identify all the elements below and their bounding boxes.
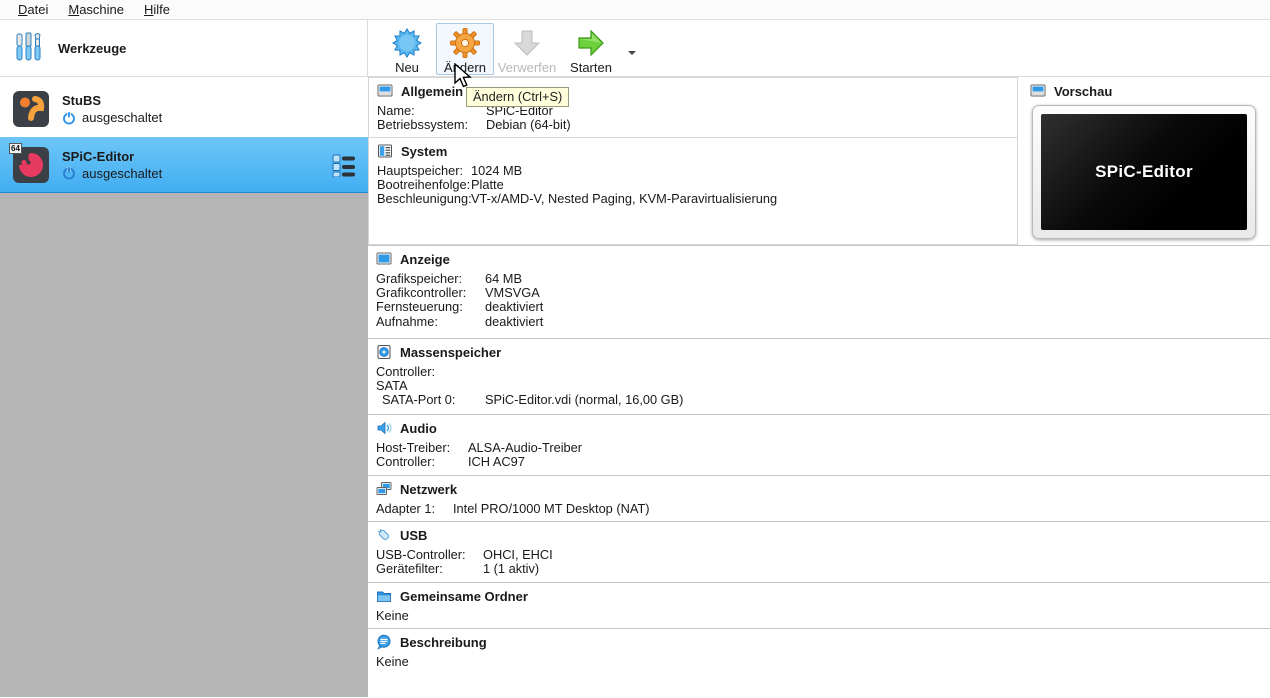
section-audio: Audio Host-Treiber:ALSA-Audio-Treiber Co… [368, 414, 1270, 475]
spic-editor-vm-icon: 64 [12, 146, 50, 184]
section-description: Beschreibung Keine [368, 628, 1270, 695]
section-shared-folders: Gemeinsame Ordner Keine [368, 582, 1270, 628]
detail-row: SATA [376, 379, 1270, 393]
detail-row: Grafikspeicher:64 MB [376, 272, 1270, 286]
settings-button[interactable]: Ändern [436, 23, 494, 75]
details-pane: Allgemein Name:SPiC-Editor Betriebssyste… [368, 77, 1270, 697]
shared-folders-icon [376, 588, 392, 604]
detail-row: Controller:ICH AC97 [376, 455, 1270, 469]
menu-datei[interactable]: Datei [8, 1, 58, 18]
power-icon [62, 111, 76, 125]
tools-label: Werkzeuge [58, 41, 126, 56]
tools-header[interactable]: Werkzeuge [0, 20, 368, 77]
vm-item-spic-editor[interactable]: 64 SPiC-Editor aus [0, 137, 368, 193]
detail-row: USB-Controller:OHCI, EHCI [376, 548, 1270, 562]
display-icon [376, 251, 392, 267]
new-vm-icon [391, 27, 423, 59]
detail-row: Keine [376, 655, 1270, 669]
detail-row: Beschleunigung:VT-x/AMD-V, Nested Paging… [377, 192, 1017, 206]
menubar: Datei Maschine Hilfe [0, 0, 1270, 20]
section-usb: USB USB-Controller:OHCI, EHCI Gerätefilt… [368, 521, 1270, 582]
audio-icon [376, 420, 392, 436]
stubs-vm-icon [12, 90, 50, 128]
section-title[interactable]: Allgemein [401, 84, 463, 99]
description-icon [376, 634, 392, 650]
vm-item-stubs[interactable]: StuBS ausgeschaltet [0, 81, 368, 137]
storage-icon [376, 344, 392, 360]
sidebar-empty-area [0, 193, 368, 697]
usb-icon [376, 527, 392, 543]
start-arrow-icon [575, 27, 607, 59]
preview-title: Vorschau [1054, 84, 1112, 99]
section-title[interactable]: Beschreibung [400, 635, 487, 650]
section-title[interactable]: Massenspeicher [400, 345, 501, 360]
vm-status-text: ausgeschaltet [82, 110, 162, 125]
detail-row: Aufnahme:deaktiviert [376, 315, 1270, 329]
vm-list: StuBS ausgeschaltet [0, 77, 368, 193]
detail-row: SATA-Port 0:SPiC-Editor.vdi (normal, 16,… [376, 393, 1270, 407]
detail-row: Fernsteuerung:deaktiviert [376, 300, 1270, 314]
detail-row: Betriebssystem:Debian (64-bit) [377, 118, 1017, 132]
64bit-badge: 64 [9, 143, 22, 154]
section-title[interactable]: Netzwerk [400, 482, 457, 497]
preview-icon [1030, 83, 1046, 99]
preview-screen: SPiC-Editor [1041, 114, 1247, 230]
menu-hilfe[interactable]: Hilfe [134, 1, 180, 18]
vm-name: StuBS [62, 93, 358, 108]
system-icon [377, 143, 393, 159]
discard-button[interactable]: Verwerfen [494, 23, 560, 75]
tools-icon [14, 31, 44, 65]
detail-row: Host-Treiber:ALSA-Audio-Treiber [376, 441, 1270, 455]
section-system: System Hauptspeicher:1024 MB Bootreihenf… [368, 137, 1018, 245]
virtualbox-manager-window: Datei Maschine Hilfe [0, 0, 1270, 698]
toolbar: Neu [368, 20, 1270, 77]
vm-status-text: ausgeschaltet [82, 166, 162, 181]
general-icon [377, 83, 393, 99]
detail-row: Bootreihenfolge:Platte [377, 178, 1017, 192]
preview-vm-label: SPiC-Editor [1095, 162, 1193, 182]
discard-arrow-icon [511, 27, 543, 59]
section-title[interactable]: Audio [400, 421, 437, 436]
settings-tooltip: Ändern (Ctrl+S) [466, 87, 569, 107]
start-dropdown-arrow[interactable] [628, 51, 636, 55]
network-icon [376, 481, 392, 497]
section-title[interactable]: System [401, 144, 447, 159]
section-display: Anzeige Grafikspeicher:64 MB Grafikcontr… [368, 245, 1270, 338]
preview-panel: Vorschau SPiC-Editor [1018, 77, 1270, 245]
detail-row: Gerätefilter:1 (1 aktiv) [376, 562, 1270, 576]
sidebar: Werkzeuge StuBS [0, 20, 368, 697]
detail-row: Keine [376, 609, 1270, 623]
preview-monitor: SPiC-Editor [1032, 105, 1256, 239]
section-title[interactable]: Gemeinsame Ordner [400, 589, 528, 604]
detail-row: Adapter 1:Intel PRO/1000 MT Desktop (NAT… [376, 502, 1270, 516]
section-title[interactable]: USB [400, 528, 427, 543]
section-general: Allgemein Name:SPiC-Editor Betriebssyste… [368, 77, 1018, 137]
power-icon [62, 166, 76, 180]
settings-gear-icon [449, 27, 481, 59]
section-title[interactable]: Anzeige [400, 252, 450, 267]
menu-maschine[interactable]: Maschine [58, 1, 134, 18]
detail-row: Hauptspeicher:1024 MB [377, 164, 1017, 178]
detail-row: Controller: [376, 365, 1270, 379]
section-network: Netzwerk Adapter 1:Intel PRO/1000 MT Des… [368, 475, 1270, 521]
start-button[interactable]: Starten [560, 23, 622, 75]
section-storage: Massenspeicher Controller: SATA SATA-Por… [368, 338, 1270, 414]
new-vm-button[interactable]: Neu [378, 23, 436, 75]
vm-name: SPiC-Editor [62, 149, 318, 164]
vm-details-list-icon[interactable] [330, 153, 358, 177]
detail-row: Grafikcontroller:VMSVGA [376, 286, 1270, 300]
